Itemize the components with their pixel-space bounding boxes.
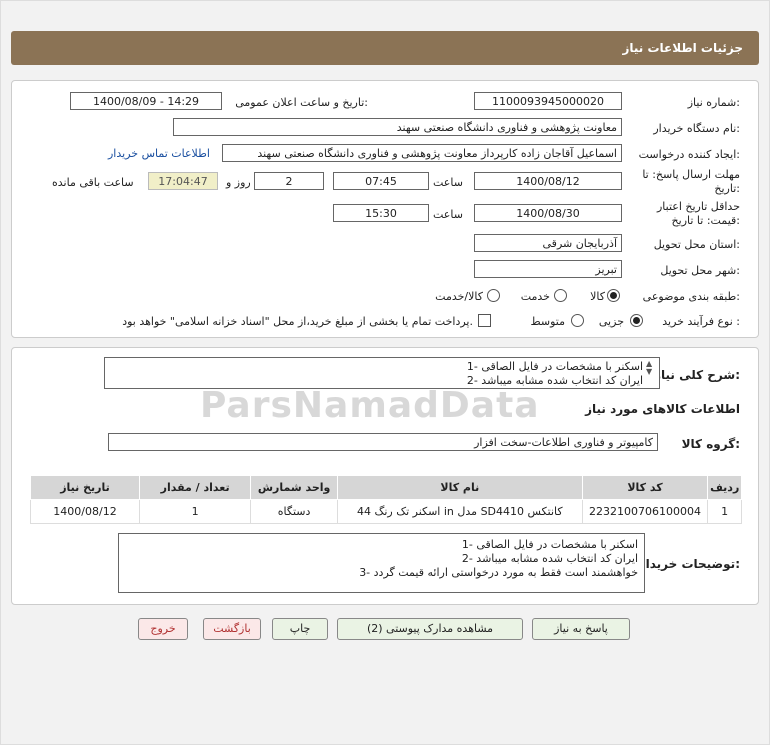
category-option-service: خدمت	[520, 290, 550, 303]
print-button[interactable]: چاپ	[272, 618, 328, 640]
page-title: جزئیات اطلاعات نیاز	[11, 31, 759, 65]
buyer-org-field: معاونت پژوهشی و فناوری دانشگاه صنعتی سهن…	[173, 118, 622, 136]
validity-date-field: 1400/08/30	[474, 204, 622, 222]
attachments-button[interactable]: مشاهده مدارک پیوستی (2)	[337, 618, 523, 640]
cell-unit: دستگاه	[250, 499, 338, 524]
buyer-note-line-1: 1- اسکنر با مشخصات در فایل الصاقی	[461, 538, 638, 551]
summary-box: 1- اسکنر با مشخصات در فایل الصاقی 2- ایر…	[104, 357, 660, 389]
validity-label: حداقل تاریخ اعتبار قیمت: تا تاریخ:	[657, 200, 740, 228]
buyer-note-line-2: 2- ایران کد انتخاب شده مشابه میباشد	[461, 552, 638, 565]
validity-time-label: ساعت	[433, 208, 463, 221]
goods-group-field: کامپیوتر و فناوری اطلاعات-سخت افزار	[108, 433, 658, 451]
need-number-field: 1100093945000020	[474, 92, 622, 110]
col-header-name: نام کالا	[336, 475, 583, 500]
announce-label: تاریخ و ساعت اعلان عمومی:	[235, 96, 368, 109]
scroll-arrows-icon[interactable]: ▲ ▼	[646, 360, 652, 376]
deadline-label-line1: مهلت ارسال پاسخ: تا	[642, 168, 740, 181]
category-label: طبقه بندی موضوعی:	[642, 290, 740, 303]
category-option-goods-service: کالا/خدمت	[435, 290, 483, 303]
deadline-time-field: 07:45	[333, 172, 429, 190]
process-label: نوع فرآیند خرید :	[662, 315, 740, 328]
payment-note: پرداخت تمام یا بخشی از مبلغ خرید،از محل …	[122, 315, 473, 328]
category-option-goods: کالا	[590, 290, 605, 303]
category-radio-service[interactable]	[554, 289, 567, 302]
process-option-minor: جزیی	[598, 315, 624, 328]
city-label: شهر محل تحویل:	[660, 264, 740, 277]
table-row[interactable]: 1400/08/12 1 دستگاه اسکنر تک رنگ 44 in م…	[30, 499, 742, 524]
province-label: استان محل تحویل:	[653, 238, 740, 251]
goods-section-title: اطلاعات کالاهای مورد نیاز	[585, 402, 740, 416]
contact-info-link[interactable]: اطلاعات تماس خریدار	[108, 147, 210, 160]
requester-label: ایجاد کننده درخواست:	[638, 148, 740, 161]
process-option-medium: متوسط	[530, 315, 565, 328]
col-header-date: تاریخ نیاز	[30, 475, 140, 500]
summary-line-1: 1- اسکنر با مشخصات در فایل الصاقی	[466, 360, 643, 373]
need-number-label: شماره نیاز:	[687, 96, 740, 109]
cell-row: 1	[707, 499, 742, 524]
validity-label-line2: قیمت: تا تاریخ:	[671, 214, 740, 227]
buyer-org-label: نام دستگاه خریدار:	[653, 122, 740, 135]
days-label: روز و	[226, 176, 251, 189]
deadline-time-label: ساعت	[433, 176, 463, 189]
summary-label: شرح کلی نیاز:	[654, 368, 740, 382]
col-header-code: کد کالا	[581, 475, 709, 500]
cell-name: اسکنر تک رنگ 44 in مدل SD4410 کانتکس	[336, 499, 583, 524]
deadline-label: مهلت ارسال پاسخ: تا تاریخ:	[642, 168, 740, 196]
cell-date: 1400/08/12	[30, 499, 140, 524]
remaining-time-field: 17:04:47	[148, 172, 218, 190]
buyer-note-line-3: 3- خواهشمند است فقط به مورد درخواستی ارا…	[359, 566, 638, 579]
buyer-notes-label: توضیحات خریدار:	[638, 557, 740, 571]
table-header-row: تاریخ نیاز تعداد / مقدار واحد شمارش نام …	[30, 475, 742, 500]
goods-table: تاریخ نیاز تعداد / مقدار واحد شمارش نام …	[30, 475, 742, 524]
col-header-unit: واحد شمارش	[250, 475, 338, 500]
goods-group-label: گروه کالا:	[681, 437, 740, 451]
category-radio-goods[interactable]	[607, 289, 620, 302]
days-field: 2	[254, 172, 324, 190]
summary-line-2: 2- ایران کد انتخاب شده مشابه میباشد	[466, 374, 643, 387]
cell-code: 2232100706100004	[581, 499, 709, 524]
cell-qty: 1	[138, 499, 252, 524]
deadline-date-field: 1400/08/12	[474, 172, 622, 190]
city-field: تبریز	[474, 260, 622, 278]
requester-field: اسماعیل آقاجان زاده کارپرداز معاونت پژوه…	[222, 144, 622, 162]
validity-label-line1: حداقل تاریخ اعتبار	[656, 200, 740, 213]
process-radio-medium[interactable]	[571, 314, 584, 327]
back-button[interactable]: بازگشت	[203, 618, 261, 640]
validity-time-field: 15:30	[333, 204, 429, 222]
remaining-label: ساعت باقی مانده	[52, 176, 134, 189]
province-field: آذربایجان شرقی	[474, 234, 622, 252]
buyer-notes-box: 1- اسکنر با مشخصات در فایل الصاقی 2- ایر…	[118, 533, 645, 593]
reply-button[interactable]: پاسخ به نیاز	[532, 618, 630, 640]
category-radio-goods-service[interactable]	[487, 289, 500, 302]
col-header-qty: تعداد / مقدار	[138, 475, 252, 500]
process-radio-minor[interactable]	[630, 314, 643, 327]
announce-field: 1400/08/09 - 14:29	[70, 92, 222, 110]
exit-button[interactable]: خروج	[138, 618, 188, 640]
deadline-label-line2: تاریخ:	[714, 182, 740, 195]
col-header-row: ردیف	[707, 475, 742, 500]
treasury-checkbox[interactable]	[478, 314, 491, 327]
